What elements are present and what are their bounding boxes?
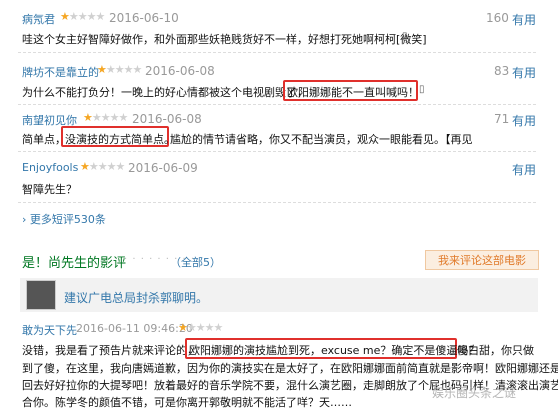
rating-stars: ★★★★★ — [178, 321, 223, 334]
useful-count: 160 — [486, 11, 509, 25]
review-user-4[interactable]: Enjoyfools — [22, 161, 78, 174]
rating-stars: ★★★★★ — [83, 111, 128, 124]
chevron-right-icon: › — [22, 213, 27, 226]
useful-button[interactable]: 有用 — [512, 64, 536, 81]
long-review-highlight: 欧阳娜娜的演技尴尬到死，excuse me？确定不是傻逼吗？ — [189, 344, 480, 357]
section-title: 是！尚先生的影评 — [22, 256, 127, 271]
rating-stars: ★★★★★ — [97, 63, 142, 76]
review-date: 2016-06-09 — [128, 161, 198, 175]
watermark: 娱乐圈头条之谜 — [432, 386, 517, 400]
write-review-button[interactable]: 我来评论这部电影 — [425, 250, 539, 270]
recommend-title-link[interactable]: 建议广电总局封杀郭聊明。 — [64, 289, 208, 306]
review-date: 2016-06-08 — [145, 64, 215, 78]
useful-button[interactable]: 有用 — [512, 11, 536, 28]
review-text: 智障先生？ — [22, 183, 77, 196]
mobile-phone-icon: ▯ — [402, 31, 408, 42]
long-review-text: 傻白甜，你只做 — [457, 344, 534, 357]
useful-count: 83 — [494, 64, 510, 78]
review-date: 2016-06-08 — [132, 112, 202, 126]
long-review-text: 到了傻，在这里，我向唐嫣道歉，因为你的演技实在是太好了，在欧阳娜娜面前简直就是影… — [22, 362, 558, 375]
useful-count: 71 — [494, 112, 510, 126]
review-user-2[interactable]: 牌坊不是靠立的 — [22, 64, 99, 80]
divider — [18, 52, 536, 53]
review-date: 2016-06-10 — [109, 11, 179, 25]
useful-button[interactable]: 有用 — [512, 161, 536, 178]
divider — [18, 202, 536, 203]
useful-button[interactable]: 有用 — [512, 112, 536, 129]
review-user-1[interactable]: 病氖君 — [22, 11, 55, 27]
long-review-text: 合你。陈学冬的颜值不错，可是你离开郭敬明就不能活了咩？天…… — [22, 396, 352, 409]
long-review-user[interactable]: 敢为天下先 — [22, 322, 77, 338]
review-text: 为什么不能打负分！一晚上的好心情都被这个电视剧毁了， — [22, 86, 308, 99]
long-review-date: 2016-06-11 09:46:20 — [76, 322, 193, 335]
mobile-phone-icon: ▯ — [419, 84, 425, 95]
review-text: 哇这个女主好智障好做作，和外面那些妖艳贱货好不一样，好想打死她啊柯柯[微笑] — [22, 33, 427, 46]
avatar[interactable] — [26, 280, 56, 310]
review-text-highlight: 没演技的方式简单点。 — [65, 133, 175, 146]
rating-stars: ★★★★★ — [80, 160, 125, 173]
long-review-text: 没错，我是看了预告片就来评论的， — [22, 344, 198, 357]
divider — [18, 104, 536, 105]
divider — [18, 151, 536, 152]
review-text-highlight: 欧阳娜娜能不一直叫喊吗！ — [287, 86, 419, 99]
more-reviews-label: 更多短评530条 — [29, 213, 106, 226]
review-text: 尴尬的情节请省略，你又不配当演员，观众一眼能看见。【再见 — [170, 133, 473, 146]
more-reviews-link[interactable]: › 更多短评530条 — [22, 211, 106, 227]
review-text: 简单点， — [22, 133, 66, 146]
rating-stars: ★★★★★ — [60, 10, 105, 23]
section-count-link[interactable]: （全部5） — [170, 254, 221, 270]
